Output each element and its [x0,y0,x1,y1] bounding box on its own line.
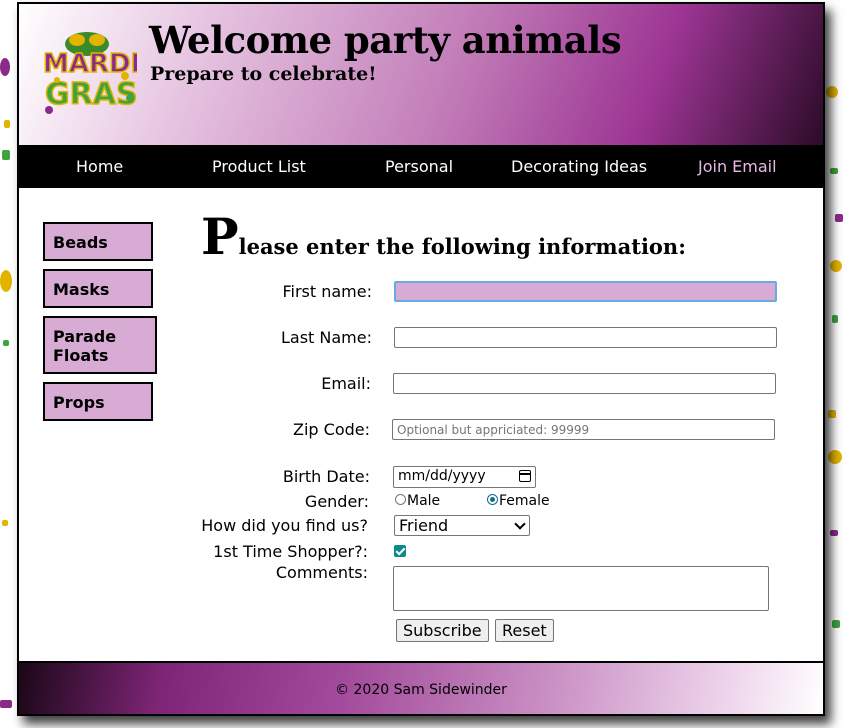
chevron-down-icon [514,518,526,530]
birth-date-field[interactable]: mm/dd/yyyy [393,466,536,488]
site-subtitle: Prepare to celebrate! [150,63,377,85]
form-heading: Please enter the following information: [201,212,686,262]
first-name-label: First name: [282,282,372,301]
comments-label: Comments: [275,563,368,582]
heading-drop-cap: P [201,207,239,266]
sidebar-item-beads[interactable]: Beads [43,222,153,261]
gender-label: Gender: [304,492,369,511]
email-label: Email: [321,374,371,393]
subscribe-button[interactable]: Subscribe [396,619,489,642]
first-time-checkbox[interactable] [394,545,406,557]
how-found-selected-value: Friend [399,516,449,535]
nav-product-list[interactable]: Product List [212,157,306,176]
gender-male-radio[interactable] [395,494,406,505]
comments-textarea[interactable] [393,566,769,611]
zip-field[interactable] [392,419,775,440]
nav-join-email[interactable]: Join Email [698,157,777,176]
nav-decorating-ideas[interactable]: Decorating Ideas [511,157,647,176]
sidebar-item-props[interactable]: Props [43,382,153,421]
birth-date-placeholder: mm/dd/yyyy [398,468,486,484]
birth-date-label: Birth Date: [282,467,370,486]
first-name-field[interactable] [394,281,777,302]
gender-female-radio[interactable] [487,494,498,505]
nav-home[interactable]: Home [76,157,123,176]
email-field[interactable] [393,373,776,394]
first-time-label: 1st Time Shopper?: [213,542,368,561]
mardi-gras-logo: MARDI GRAS [37,24,141,120]
last-name-field[interactable] [394,327,777,348]
page-frame: MARDI GRAS Welcome party animals Prepare… [17,2,825,716]
calendar-icon[interactable] [519,470,531,482]
sidebar-item-parade-floats[interactable]: Parade Floats [43,316,157,374]
how-found-select[interactable]: Friend [394,515,530,536]
heading-text: lease enter the following information: [238,234,686,259]
main-nav: Home Product List Personal Decorating Id… [19,145,823,188]
how-found-label: How did you find us? [201,516,368,535]
nav-personal[interactable]: Personal [385,157,453,176]
zip-label: Zip Code: [293,420,370,439]
sidebar-item-masks[interactable]: Masks [43,269,153,308]
site-header: MARDI GRAS Welcome party animals Prepare… [19,4,823,145]
footer-copyright: © 2020 Sam Sidewinder [335,682,507,698]
site-footer: © 2020 Sam Sidewinder [19,661,823,714]
last-name-label: Last Name: [280,328,372,347]
site-title: Welcome party animals [149,18,622,62]
reset-button[interactable]: Reset [495,619,554,642]
gender-female-label: Female [499,493,550,509]
gender-male-label: Male [407,493,441,509]
